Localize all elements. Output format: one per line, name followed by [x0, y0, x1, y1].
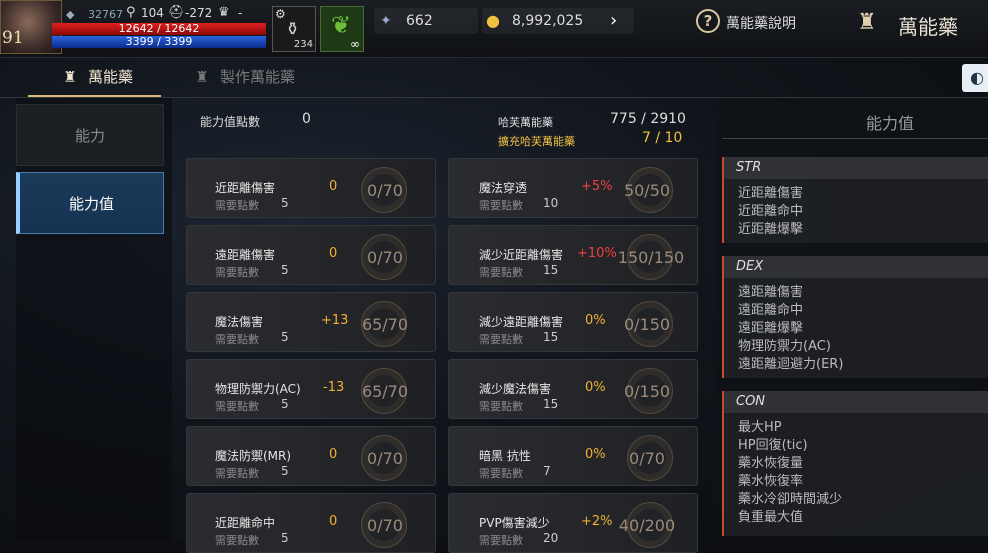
stat-card[interactable]: 減少近距離傷害 需要點數 15 +10% 150/150: [448, 225, 698, 285]
tab-craft-elixir[interactable]: ♜ 製作萬能藥: [190, 66, 295, 87]
defense-value: -272: [185, 6, 213, 20]
hp-bar: 12642 / 12642: [52, 23, 266, 35]
lawful-icon: ⚲: [126, 5, 136, 20]
stat-card[interactable]: 物理防禦力(AC) 需要點數 5 -13 65/70: [186, 359, 436, 419]
list-item: 遠距離傷害: [738, 285, 804, 300]
gem-value: 662: [406, 13, 433, 29]
stat-card[interactable]: 魔法穿透 需要點數 10 +5% 50/50: [448, 158, 698, 218]
list-item: 遠距離爆擊: [738, 321, 804, 336]
group-con: CON 最大HP HP回復(tic) 藥水恢復量 藥水恢復率 藥水冷卻時間減少 …: [722, 391, 988, 536]
help-label[interactable]: 萬能藥說明: [726, 13, 796, 33]
list-item: 最大HP: [738, 420, 782, 435]
potion-icon: ⚱: [285, 19, 301, 40]
list-item: 負重最大值: [738, 510, 804, 525]
list-item: 近距離爆擊: [738, 222, 804, 237]
stat-card[interactable]: 遠距離傷害 需要點數 5 0 0/70: [186, 225, 436, 285]
tab-bar: ♜ 萬能藥 ♜ 製作萬能藥: [0, 58, 988, 98]
list-item: 遠距離迴避力(ER): [738, 357, 844, 372]
page-title: 萬能藥: [898, 15, 958, 39]
stat-card[interactable]: 近距離命中 需要點數 5 0 0/70: [186, 493, 436, 553]
list-item: 近距離傷害: [738, 186, 804, 201]
coin-icon: ●: [486, 11, 500, 30]
elixir-value: 775 / 2910: [610, 111, 686, 127]
top-bar: 91 ◆ 32767 ⚲ 104 ⛑ -272 ♛ - 12642 / 1264…: [0, 0, 988, 58]
craft-tab-icon: ♜: [195, 68, 209, 86]
group-dex: DEX 遠距離傷害 遠距離命中 遠距離爆擊 物理防禦力(AC) 遠距離迴避力(E…: [722, 256, 988, 378]
panel-title: 能力值: [866, 114, 915, 133]
help-icon[interactable]: ?: [696, 9, 720, 33]
helmet-icon: ⛑: [168, 5, 185, 20]
trophy-icon: ♛: [218, 5, 230, 20]
list-item: 藥水冷卻時間減少: [738, 492, 843, 507]
gold-value: 8,992,025: [512, 13, 584, 29]
stat-card[interactable]: 減少魔法傷害 需要點數 15 0% 0/150: [448, 359, 698, 419]
exp-icon: ◆: [66, 8, 75, 21]
group-header: DEX: [724, 256, 988, 278]
list-item: 物理防禦力(AC): [738, 339, 831, 354]
points-value: 0: [302, 111, 311, 127]
elixir-label: 哈芙萬能藥: [498, 116, 553, 129]
stat-card[interactable]: 暗黑 抗性 需要點數 7 0% 0/70: [448, 426, 698, 486]
stat-card[interactable]: 魔法防禦(MR) 需要點數 5 0 0/70: [186, 426, 436, 486]
potion-slot[interactable]: ⚙ ⚱ 234: [272, 6, 316, 52]
leaf-icon: ❦: [331, 11, 352, 39]
corner-button[interactable]: ◐: [962, 64, 988, 92]
group-str: STR 近距離傷害 近距離命中 近距離爆擊: [722, 157, 988, 243]
elixir-tab-icon: ♜: [63, 68, 77, 86]
potion-count: 234: [293, 39, 313, 50]
tab-elixir[interactable]: ♜ 萬能藥: [27, 66, 162, 97]
points-label: 能力值點數: [200, 115, 261, 129]
exp-value: 32767: [88, 8, 123, 21]
chevron-right-icon[interactable]: ›: [610, 8, 617, 34]
stat-card[interactable]: PVP傷害減少 需要點數 20 +2% 40/200: [448, 493, 698, 553]
elixir-icon: ♜: [857, 10, 877, 35]
side-tab-ability[interactable]: 能力: [16, 104, 164, 166]
panel-divider: [722, 138, 988, 139]
gem-currency: ✦ 662: [374, 8, 478, 34]
list-item: 藥水恢復量: [738, 456, 804, 471]
expand-value: 7 / 10: [642, 130, 683, 146]
list-item: 藥水恢復率: [738, 474, 804, 489]
lawful-value: 104: [141, 6, 164, 20]
group-header: STR: [724, 157, 988, 179]
level-label: 91: [2, 28, 24, 48]
group-header: CON: [724, 391, 988, 413]
rank-value: -: [238, 6, 243, 20]
leaf-count: ∞: [350, 37, 360, 51]
leaf-slot[interactable]: ❦ ∞: [320, 6, 364, 52]
stat-card[interactable]: 近距離傷害 需要點數 5 0 0/70: [186, 158, 436, 218]
list-item: 遠距離命中: [738, 303, 804, 318]
side-tab-stats[interactable]: 能力值: [16, 172, 164, 234]
list-item: 近距離命中: [738, 204, 804, 219]
mp-bar: 3399 / 3399: [52, 36, 266, 48]
stat-card[interactable]: 減少遠距離傷害 需要點數 15 0% 0/150: [448, 292, 698, 352]
stat-card[interactable]: 魔法傷害 需要點數 5 +13 65/70: [186, 292, 436, 352]
expand-label: 擴充哈芙萬能藥: [498, 135, 575, 148]
gem-icon: ✦: [380, 13, 392, 29]
gold-currency: ● 8,992,025 ›: [482, 8, 634, 34]
list-item: HP回復(tic): [738, 438, 808, 453]
